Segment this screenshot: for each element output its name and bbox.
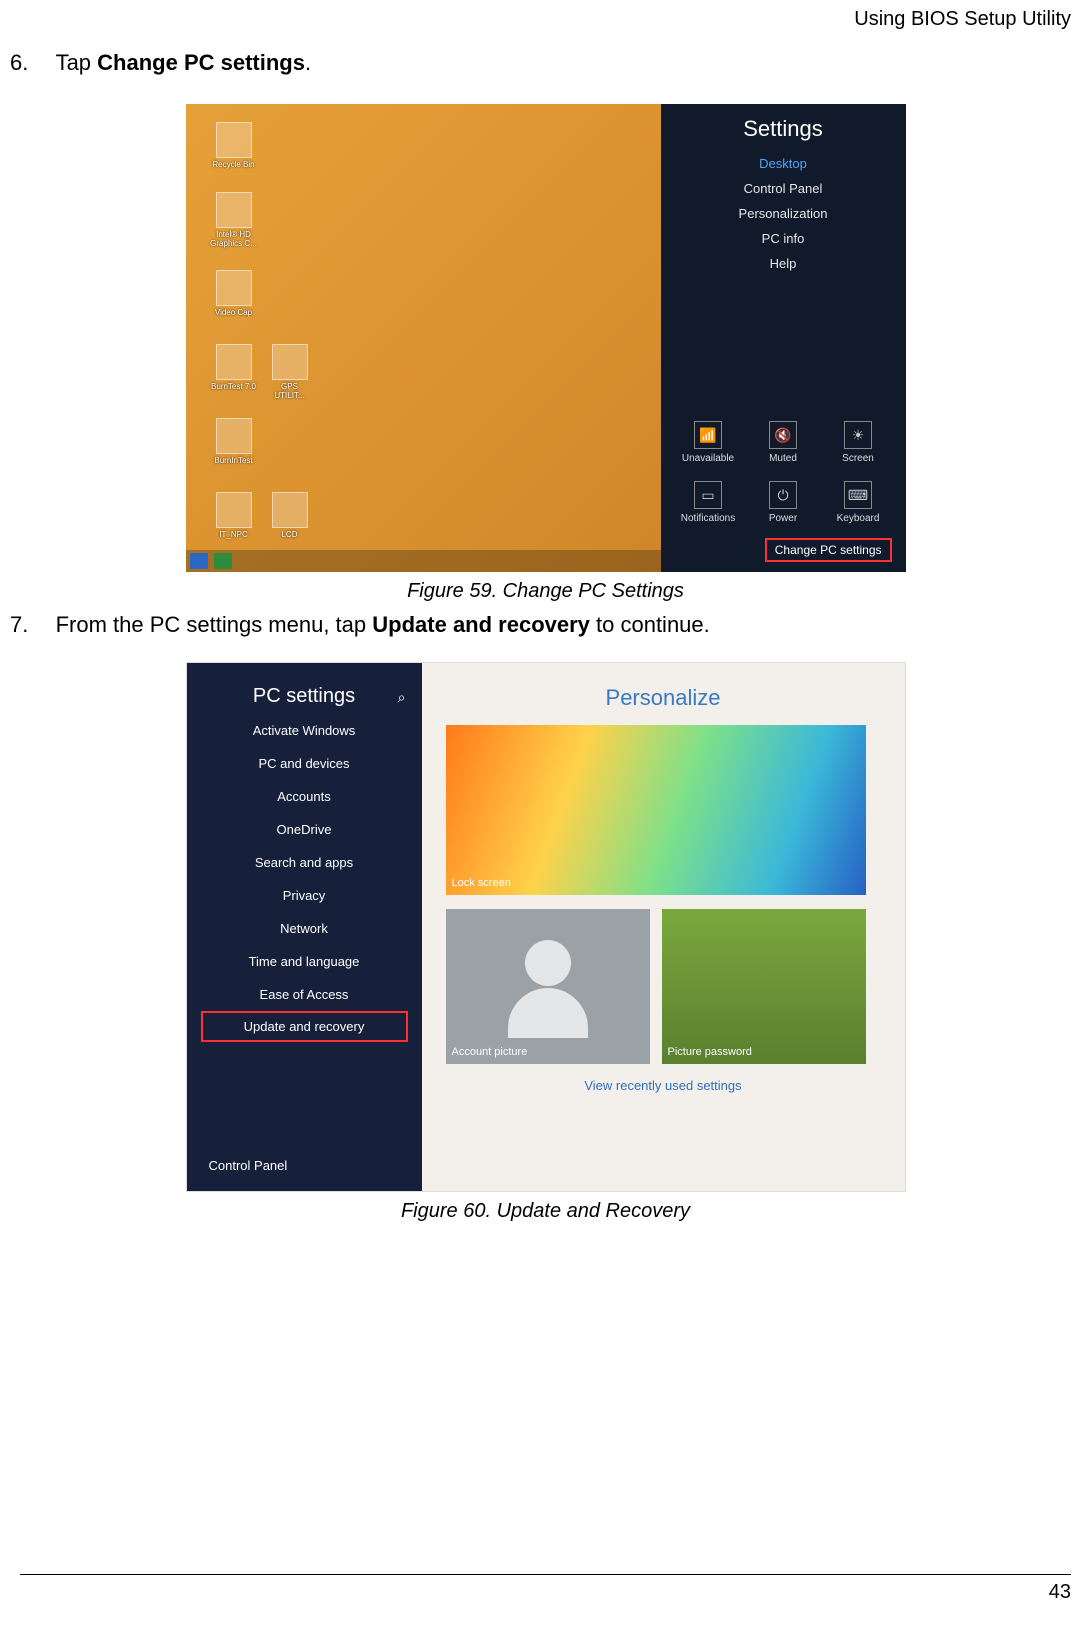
- desktop-icon-label: Video Cap: [215, 308, 252, 317]
- page-footer: 43: [20, 1574, 1071, 1604]
- desktop-icon-lcd: LCD: [266, 492, 314, 539]
- quick-label: Keyboard: [837, 513, 880, 524]
- desktop-icon-label: IT_NPC: [219, 530, 247, 539]
- figure-59-image: Recycle Bin Intel® HD Graphics C... Vide…: [186, 104, 906, 572]
- change-pc-settings-link[interactable]: Change PC settings: [765, 538, 892, 562]
- sidebar-item-privacy[interactable]: Privacy: [187, 879, 422, 912]
- page-header-title: Using BIOS Setup Utility: [854, 8, 1071, 31]
- step-7-number: 7.: [10, 612, 50, 638]
- desktop-icon-gps: GPS UTILIT...: [266, 344, 314, 400]
- desktop-icon-label: BurnTest 7.0: [211, 382, 256, 391]
- sidebar-item-accounts[interactable]: Accounts: [187, 780, 422, 813]
- quick-keyboard[interactable]: ⌨ Keyboard: [828, 481, 888, 524]
- sidebar-item-pc-devices[interactable]: PC and devices: [187, 747, 422, 780]
- charms-title: Settings: [679, 116, 888, 142]
- charms-panel: Settings Desktop Control Panel Personali…: [661, 104, 906, 572]
- desktop-icon-label: BurnInTest: [214, 456, 252, 465]
- charms-item-personalization[interactable]: Personalization: [679, 206, 888, 221]
- step-7-text: From the PC settings menu, tap Update an…: [56, 612, 710, 637]
- step-6: 6. Tap Change PC settings.: [10, 50, 1071, 76]
- pc-settings-title: PC settings: [187, 685, 422, 714]
- volume-icon: 🔇: [769, 421, 797, 449]
- desktop-icon-burntest: BurnTest 7.0: [210, 344, 258, 391]
- desktop-icon-label: GPS UTILIT...: [274, 382, 304, 400]
- step-7-bold: Update and recovery: [372, 612, 590, 637]
- figure-60-caption: Figure 60. Update and Recovery: [0, 1200, 1091, 1223]
- taskbar-start-icon: [190, 553, 208, 569]
- figure-60-wrap: PC settings ⌕ Activate Windows PC and de…: [0, 662, 1091, 1223]
- sidebar-item-update-recovery[interactable]: Update and recovery: [201, 1011, 408, 1042]
- step-6-bold: Change PC settings: [97, 50, 305, 75]
- step-7-pre: From the PC settings menu, tap: [56, 612, 373, 637]
- desktop-icon-videocap: Video Cap: [210, 270, 258, 317]
- desktop-icon-burnintest: BurnInTest: [210, 418, 258, 465]
- quick-label: Screen: [842, 453, 874, 464]
- step-7-post: to continue.: [590, 612, 710, 637]
- charms-item-desktop[interactable]: Desktop: [679, 156, 888, 171]
- quick-brightness[interactable]: ☀ Screen: [828, 421, 888, 464]
- charms-item-control-panel[interactable]: Control Panel: [679, 181, 888, 196]
- quick-notifications[interactable]: ▭ Notifications: [678, 481, 738, 524]
- tile-lock-screen[interactable]: Lock screen: [446, 725, 866, 895]
- step-6-post: .: [305, 50, 311, 75]
- page-number: 43: [1049, 1581, 1071, 1603]
- quick-volume[interactable]: 🔇 Muted: [753, 421, 813, 464]
- sidebar-item-time-language[interactable]: Time and language: [187, 945, 422, 978]
- charms-item-help[interactable]: Help: [679, 256, 888, 271]
- desktop-icon-intel: Intel® HD Graphics C...: [210, 192, 258, 248]
- quick-label: Notifications: [681, 513, 735, 524]
- quick-settings-row-1: 📶 Unavailable 🔇 Muted ☀ Screen: [661, 421, 906, 464]
- quick-label: Unavailable: [682, 453, 734, 464]
- keyboard-icon: ⌨: [844, 481, 872, 509]
- notifications-icon: ▭: [694, 481, 722, 509]
- tile-label: Lock screen: [452, 877, 511, 889]
- search-icon[interactable]: ⌕: [398, 689, 406, 706]
- quick-network[interactable]: 📶 Unavailable: [678, 421, 738, 464]
- sidebar-item-activate[interactable]: Activate Windows: [187, 714, 422, 747]
- figure-59-wrap: Recycle Bin Intel® HD Graphics C... Vide…: [0, 104, 1091, 603]
- desktop-icon-label: LCD: [281, 530, 297, 539]
- desktop-icon-itnpc: IT_NPC: [210, 492, 258, 539]
- sidebar-item-ease-of-access[interactable]: Ease of Access: [187, 978, 422, 1011]
- power-icon: ⏻: [769, 481, 797, 509]
- desktop-icon-label: Intel® HD Graphics C...: [210, 230, 257, 248]
- pc-settings-main: Personalize Lock screen Account picture …: [422, 663, 905, 1191]
- sidebar-item-search-apps[interactable]: Search and apps: [187, 846, 422, 879]
- sidebar-item-onedrive[interactable]: OneDrive: [187, 813, 422, 846]
- tile-account-picture[interactable]: Account picture: [446, 909, 650, 1064]
- desktop-icon-label: Recycle Bin: [212, 160, 254, 169]
- sidebar-item-control-panel[interactable]: Control Panel: [209, 1158, 288, 1173]
- network-icon: 📶: [694, 421, 722, 449]
- step-6-number: 6.: [10, 50, 50, 76]
- avatar-icon: [503, 932, 593, 1042]
- quick-label: Muted: [769, 453, 797, 464]
- view-recent-settings-link[interactable]: View recently used settings: [446, 1078, 881, 1093]
- quick-label: Power: [769, 513, 797, 524]
- taskbar-app-icon: [214, 553, 232, 569]
- figure-59-caption: Figure 59. Change PC Settings: [0, 580, 1091, 603]
- step-6-text: Tap Change PC settings.: [56, 50, 312, 75]
- sidebar-item-network[interactable]: Network: [187, 912, 422, 945]
- tile-label: Account picture: [452, 1046, 528, 1058]
- quick-power[interactable]: ⏻ Power: [753, 481, 813, 524]
- pc-settings-sidebar: PC settings ⌕ Activate Windows PC and de…: [187, 663, 422, 1191]
- personalize-heading: Personalize: [446, 685, 881, 711]
- brightness-icon: ☀: [844, 421, 872, 449]
- quick-settings-row-2: ▭ Notifications ⏻ Power ⌨ Keyboard: [661, 481, 906, 524]
- taskbar: [186, 550, 661, 572]
- tile-label: Picture password: [668, 1046, 752, 1058]
- desktop-icon-recycle: Recycle Bin: [210, 122, 258, 169]
- charms-item-pcinfo[interactable]: PC info: [679, 231, 888, 246]
- step-7: 7. From the PC settings menu, tap Update…: [10, 612, 1071, 638]
- tile-picture-password[interactable]: Picture password: [662, 909, 866, 1064]
- figure-60-image: PC settings ⌕ Activate Windows PC and de…: [186, 662, 906, 1192]
- step-6-pre: Tap: [56, 50, 98, 75]
